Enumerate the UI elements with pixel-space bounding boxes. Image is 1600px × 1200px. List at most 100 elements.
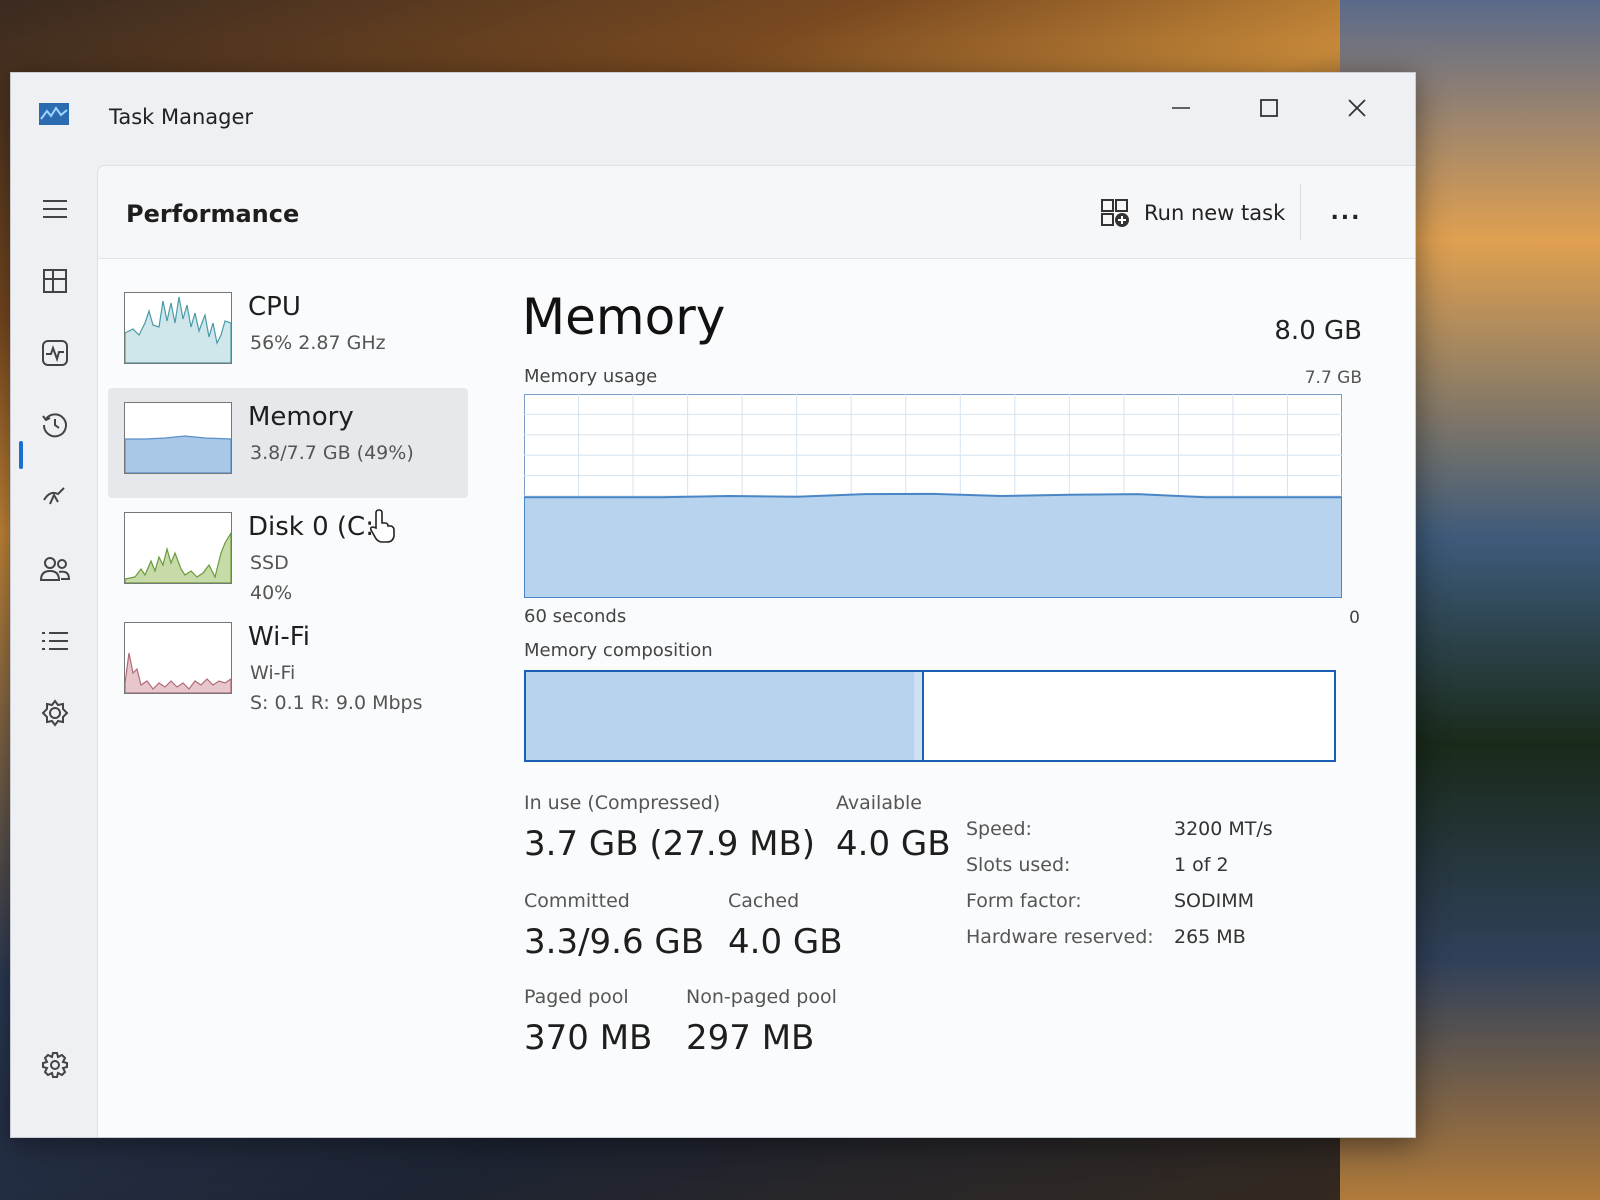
navigation-rail: [11, 173, 97, 1137]
gear-icon: [42, 1052, 68, 1078]
task-manager-app-icon: [39, 103, 69, 125]
property-row: Slots used: 1 of 2: [966, 854, 1366, 890]
maximize-button[interactable]: [1239, 83, 1299, 133]
property-row: Speed: 3200 MT/s: [966, 818, 1366, 854]
property-row: Form factor: SODIMM: [966, 890, 1366, 926]
nav-startup-button[interactable]: [35, 477, 75, 517]
cpu-thumbnail-graph: [124, 292, 232, 364]
processes-icon: [43, 269, 67, 293]
more-options-button[interactable]: ...: [1326, 192, 1366, 232]
usage-chart-label: Memory usage: [524, 366, 658, 387]
memory-total: 8.0 GB: [1274, 316, 1362, 346]
stat-value: 370 MB: [524, 1018, 653, 1058]
performance-page: Performance Run new task ... CPU 56% 2.8…: [97, 165, 1415, 1137]
device-detail: Wi-Fi: [250, 662, 296, 684]
property-value: SODIMM: [1174, 890, 1255, 912]
memory-composition-bar: [524, 670, 1336, 762]
composition-modified[interactable]: [913, 672, 924, 760]
device-detail: SSD: [250, 552, 289, 574]
device-memory[interactable]: Memory 3.8/7.7 GB (49%): [108, 388, 468, 498]
users-icon: [39, 557, 71, 581]
header-divider: [1300, 184, 1301, 240]
device-name: Memory: [248, 402, 354, 432]
memory-thumbnail-graph: [124, 402, 232, 474]
nav-settings-button[interactable]: [35, 1045, 75, 1085]
close-icon: [1348, 99, 1366, 117]
device-cpu[interactable]: CPU 56% 2.87 GHz: [108, 278, 468, 388]
usage-chart-max: 7.7 GB: [1304, 368, 1362, 388]
run-new-task-icon: [1101, 199, 1129, 227]
stat-label: In use (Compressed): [524, 792, 721, 814]
maximize-icon: [1260, 99, 1278, 117]
performance-icon: [42, 340, 68, 366]
chart-axis-time-label: 60 seconds: [524, 606, 627, 627]
property-value: 3200 MT/s: [1174, 818, 1273, 840]
stat-value: 297 MB: [686, 1018, 815, 1058]
details-list-icon: [42, 632, 68, 650]
wifi-thumbnail-graph: [124, 622, 232, 694]
hand-cursor-icon: [369, 509, 395, 543]
stat-label: Cached: [728, 890, 800, 912]
resource-title: Memory: [522, 288, 726, 346]
title-bar: Task Manager: [11, 73, 1415, 165]
history-icon: [42, 413, 67, 438]
stat-non-paged-pool: Non-paged pool 297 MB: [686, 986, 837, 1058]
property-row: Hardware reserved: 265 MB: [966, 926, 1366, 962]
chart-axis-zero-label: 0: [1349, 608, 1360, 628]
memory-properties: Speed: 3200 MT/s Slots used: 1 of 2 Form…: [966, 818, 1366, 962]
hamburger-icon: [43, 200, 67, 218]
nav-services-button[interactable]: [35, 693, 75, 733]
run-new-task-label: Run new task: [1144, 201, 1286, 225]
stat-label: Available: [836, 792, 923, 814]
stat-value: 3.7 GB (27.9 MB): [524, 824, 816, 864]
stat-value: 3.3/9.6 GB: [524, 922, 705, 962]
device-name: CPU: [248, 292, 301, 322]
nav-processes-button[interactable]: [35, 261, 75, 301]
stat-in-use: In use (Compressed) 3.7 GB (27.9 MB): [524, 792, 815, 864]
task-manager-window: Task Manager Performance Run new task ..…: [10, 72, 1416, 1138]
device-detail-secondary: S: 0.1 R: 9.0 Mbps: [250, 692, 423, 714]
property-value: 1 of 2: [1174, 854, 1229, 876]
device-name: Disk 0 (C:): [248, 512, 385, 542]
nav-active-indicator: [19, 441, 23, 469]
device-wifi[interactable]: Wi-Fi Wi-Fi S: 0.1 R: 9.0 Mbps: [108, 608, 468, 718]
stat-committed: Committed 3.3/9.6 GB: [524, 890, 704, 962]
property-value: 265 MB: [1174, 926, 1246, 948]
nav-performance-button[interactable]: [35, 333, 75, 373]
composition-label: Memory composition: [524, 640, 713, 661]
minimize-button[interactable]: [1151, 83, 1211, 133]
device-list: CPU 56% 2.87 GHz Memory 3.8/7.7 GB (49%)…: [108, 278, 468, 718]
stat-label: Non-paged pool: [686, 986, 837, 1008]
stat-label: Committed: [524, 890, 630, 912]
device-detail: 56% 2.87 GHz: [250, 332, 386, 354]
usage-area: [524, 492, 1342, 598]
services-icon: [41, 699, 69, 727]
stat-label: Paged pool: [524, 986, 629, 1008]
nav-users-button[interactable]: [35, 549, 75, 589]
minimize-icon: [1172, 107, 1190, 109]
nav-app-history-button[interactable]: [35, 405, 75, 445]
stat-paged-pool: Paged pool 370 MB: [524, 986, 652, 1058]
nav-hamburger-button[interactable]: [35, 189, 75, 229]
close-button[interactable]: [1327, 83, 1387, 133]
window-title: Task Manager: [109, 105, 254, 129]
stat-value: 4.0 GB: [836, 824, 951, 864]
device-detail: 3.8/7.7 GB (49%): [250, 442, 414, 464]
composition-in-use[interactable]: [526, 672, 916, 760]
page-title: Performance: [126, 200, 300, 228]
device-name: Wi-Fi: [248, 622, 311, 652]
property-key: Slots used:: [966, 854, 1071, 876]
run-new-task-button[interactable]: Run new task: [1100, 192, 1285, 234]
stat-value: 4.0 GB: [728, 922, 843, 962]
memory-usage-chart: [524, 394, 1342, 598]
startup-icon: [43, 487, 65, 505]
page-header: Performance Run new task ...: [98, 166, 1415, 259]
disk-thumbnail-graph: [124, 512, 232, 584]
property-key: Hardware reserved:: [966, 926, 1154, 948]
device-disk[interactable]: Disk 0 (C:) SSD 40%: [108, 498, 468, 608]
stat-cached: Cached 4.0 GB: [728, 890, 843, 962]
property-key: Speed:: [966, 818, 1032, 840]
stat-available: Available 4.0 GB: [836, 792, 951, 864]
nav-details-button[interactable]: [35, 621, 75, 661]
property-key: Form factor:: [966, 890, 1082, 912]
